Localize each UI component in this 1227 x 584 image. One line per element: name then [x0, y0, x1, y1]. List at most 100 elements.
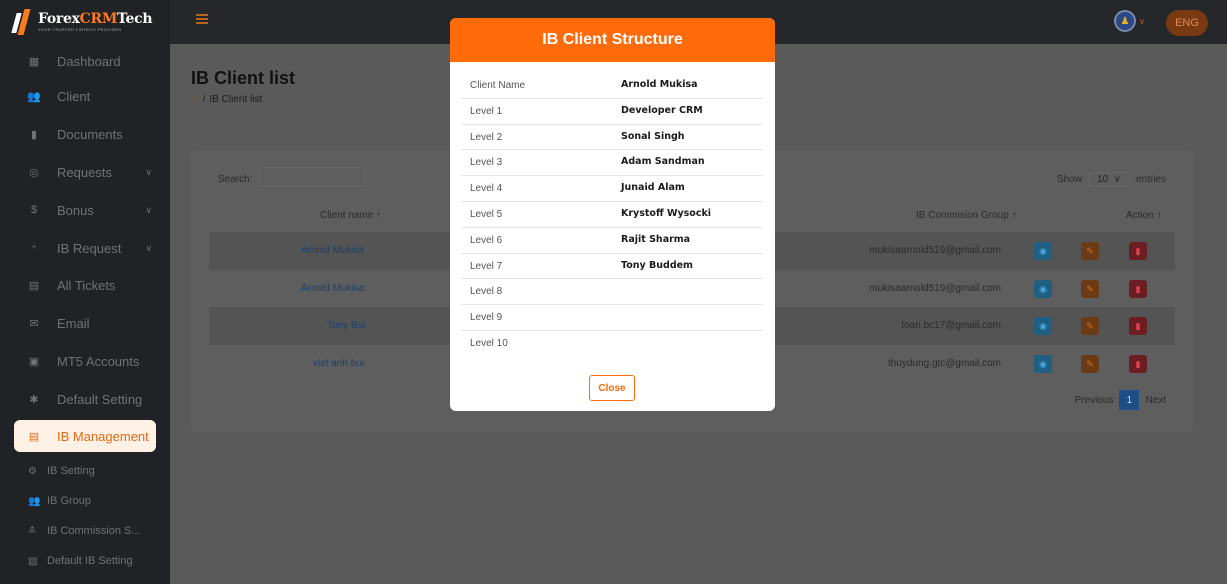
user-menu[interactable]: ♟ ∨ — [1114, 10, 1145, 32]
structure-row: Level 3 Adam Sandman — [461, 150, 763, 177]
breadcrumb: ⌂ / IB Client list — [192, 93, 262, 105]
sidebar-item-label: Client — [57, 89, 91, 105]
structure-table: Client Name Arnold Mukisa Level 1 Develope… — [461, 73, 763, 357]
structure-row: Level 8 — [461, 279, 763, 306]
page-size-select[interactable]: 10 ∨ — [1087, 172, 1130, 187]
sidebar-item-label: IB Request — [57, 240, 122, 256]
view-eye-icon[interactable]: ◉ — [1034, 355, 1052, 373]
structure-label: Level 7 — [470, 260, 503, 272]
sidebar-item-documents[interactable]: ▮ Documents — [0, 116, 170, 154]
pagination-previous[interactable]: Previous — [1075, 395, 1114, 406]
search-label: Search: — [218, 174, 253, 185]
sidebar-nav: ▦ Dashboard 👥 Client ▮ Documents ◎ Requests ∨… — [0, 44, 170, 453]
client-name-link[interactable]: Arnold Mukisa — [301, 283, 364, 294]
breadcrumb-current: IB Client list — [209, 93, 263, 105]
sidebar-item-label: Default IB Setting — [47, 555, 133, 568]
entries-label: entries — [1135, 174, 1166, 185]
brand-name: ForexCRMTech — [38, 11, 153, 27]
sort-icon: ↑ — [376, 210, 382, 221]
structure-value: Rajit Sharma — [621, 233, 691, 245]
user-plus-icon: ⁺ — [31, 242, 37, 255]
sidebar-subitem-ib-setting[interactable]: ⚙ IB Setting — [0, 456, 170, 486]
structure-row: Level 4 Junaid Alam — [461, 176, 763, 202]
email-icon: ✉ — [29, 318, 39, 331]
sidebar-item-label: Dashboard — [57, 53, 121, 69]
column-header-client-name[interactable]: Client name ↑ — [320, 210, 381, 221]
sidebar-item-mt5-accounts[interactable]: ▣ MT5 Accounts — [0, 343, 170, 381]
edit-pencil-icon[interactable]: ✎ — [1081, 317, 1099, 335]
sidebar-subitem-default-ib-setting[interactable]: ▨ Default IB Setting — [0, 546, 170, 576]
modal-title: IB Client Structure — [450, 18, 775, 62]
documents-icon: ▮ — [30, 129, 38, 142]
view-eye-icon[interactable]: ◉ — [1034, 242, 1052, 260]
sidebar-item-default-setting[interactable]: ✱ Default Setting — [0, 380, 170, 418]
gear-icon: ✱ — [29, 393, 39, 406]
sidebar-item-email[interactable]: ✉ Email — [0, 305, 170, 343]
search-input[interactable] — [258, 167, 366, 187]
structure-label: Level 5 — [470, 208, 503, 220]
users-icon: 👥 — [27, 91, 41, 104]
delete-trash-icon[interactable]: ▮ — [1129, 355, 1147, 373]
message-icon: ▨ — [28, 555, 38, 567]
show-label: Show — [1056, 174, 1082, 185]
client-name-link[interactable]: Tony Bui — [327, 320, 365, 331]
group-icon: 👥 — [28, 495, 41, 507]
tickets-icon: ▤ — [28, 280, 40, 293]
hamburger-menu-icon[interactable] — [196, 14, 208, 24]
delete-trash-icon[interactable]: ▮ — [1129, 242, 1147, 260]
breadcrumb-separator: / — [202, 93, 206, 105]
requests-icon: ◎ — [29, 166, 39, 179]
structure-value: Tony Buddem — [621, 259, 693, 271]
pagination-page[interactable]: 1 — [1119, 390, 1140, 410]
structure-row: Level 1 Developer CRM — [461, 99, 763, 125]
pagination: Previous 1 Next — [1075, 390, 1166, 410]
bonus-icon: $ — [30, 204, 38, 217]
sidebar-item-label: IB Group — [47, 495, 92, 508]
pagination-next[interactable]: Next — [1145, 395, 1166, 406]
delete-trash-icon[interactable]: ▮ — [1129, 280, 1147, 298]
structure-label: Level 4 — [470, 183, 503, 195]
column-header-commission-group[interactable]: IB Commision Group ↑ — [916, 210, 1017, 221]
sort-icon: ↑ — [1011, 210, 1017, 221]
sidebar-item-dashboard[interactable]: ▦ Dashboard — [0, 44, 170, 78]
sidebar-item-ib-request[interactable]: ⁺ IB Request ∨ — [0, 229, 170, 267]
sidebar-item-requests[interactable]: ◎ Requests ∨ — [0, 154, 170, 192]
structure-row: Level 9 — [461, 305, 763, 331]
view-eye-icon[interactable]: ◉ — [1034, 280, 1052, 298]
chevron-down-icon: ∨ — [145, 204, 152, 215]
sidebar-item-bonus[interactable]: $ Bonus ∨ — [0, 191, 170, 229]
edit-pencil-icon[interactable]: ✎ — [1081, 355, 1099, 373]
sidebar-subitem-ib-group[interactable]: 👥 IB Group — [0, 486, 170, 516]
structure-label: Level 10 — [470, 337, 508, 349]
sidebar-item-label: IB Management — [57, 428, 149, 444]
edit-pencil-icon[interactable]: ✎ — [1081, 280, 1099, 298]
structure-label: Level 9 — [470, 312, 503, 324]
sidebar-item-ib-management[interactable]: ▤ IB Management — [14, 420, 156, 453]
chevron-down-icon: ∨ — [145, 166, 152, 177]
client-email: thuydung.gtc@gmail.com — [888, 358, 1001, 369]
structure-row: Client Name Arnold Mukisa — [461, 73, 763, 99]
structure-label: Level 6 — [470, 234, 503, 246]
sidebar-item-client[interactable]: 👥 Client — [0, 78, 170, 116]
delete-trash-icon[interactable]: ▮ — [1129, 317, 1147, 335]
sidebar-item-all-tickets[interactable]: ▤ All Tickets — [0, 267, 170, 305]
language-button[interactable]: ENG — [1166, 10, 1208, 36]
client-email: mukisaarnold519@gmail.com — [869, 245, 1001, 256]
page-size-control: Show 10 ∨ entries — [1057, 172, 1166, 187]
column-header-action[interactable]: Action ↑ — [1126, 210, 1162, 221]
edit-pencil-icon[interactable]: ✎ — [1081, 242, 1099, 260]
sidebar-subitem-ib-commission[interactable]: ≛ IB Commission S... — [0, 516, 170, 546]
chevron-down-icon: ∨ — [145, 242, 152, 253]
structure-label: Level 8 — [470, 286, 503, 298]
view-eye-icon[interactable]: ◉ — [1034, 317, 1052, 335]
client-name-link[interactable]: Arnold Mukisa — [301, 245, 364, 256]
structure-value: Developer CRM — [621, 104, 703, 116]
structure-value: Sonal Singh — [621, 130, 685, 142]
client-name-link[interactable]: viet anh bui — [313, 358, 364, 369]
brand-logo[interactable]: ForexCRMTech YOUR TRUSTED FINTECH PROVID… — [0, 0, 170, 44]
avatar[interactable]: ♟ — [1114, 10, 1136, 32]
structure-label: Client Name — [470, 80, 526, 91]
close-button[interactable]: Close — [589, 375, 635, 401]
structure-row: Level 7 Tony Buddem — [461, 254, 763, 280]
home-icon[interactable]: ⌂ — [192, 93, 199, 105]
